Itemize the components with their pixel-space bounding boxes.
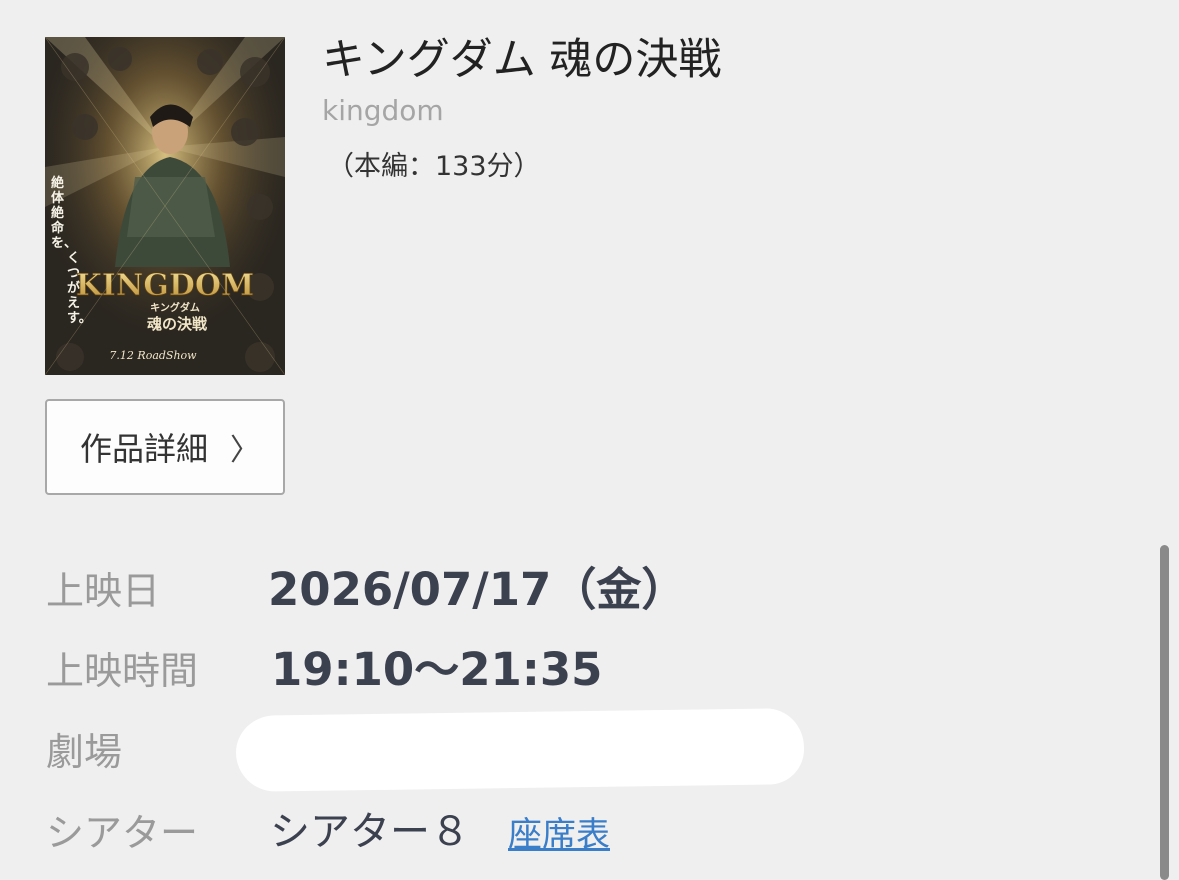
movie-detail-button[interactable]: 作品詳細 〉 bbox=[45, 399, 285, 495]
poster-logo: KINGDOM bbox=[76, 268, 255, 303]
screen-label: シアター bbox=[46, 811, 199, 855]
movie-runtime: （本編：133分） bbox=[327, 151, 541, 182]
movie-subtitle: kingdom bbox=[322, 94, 444, 127]
date-label: 上映日 bbox=[46, 569, 161, 613]
theater-label: 劇場 bbox=[46, 730, 123, 774]
date-value: 2026/07/17（金） bbox=[268, 563, 687, 616]
movie-detail-label: 作品詳細 bbox=[80, 430, 209, 468]
svg-text:キングダム: キングダム bbox=[150, 301, 200, 314]
svg-text:7.12 RoadShow: 7.12 RoadShow bbox=[109, 349, 197, 362]
screen-value: シアター８ bbox=[270, 809, 470, 855]
scrollbar[interactable] bbox=[1160, 545, 1169, 880]
chevron-right-icon: 〉 bbox=[230, 433, 261, 468]
redacted-theater-name bbox=[235, 708, 805, 792]
time-label: 上映時間 bbox=[46, 649, 199, 693]
movie-poster[interactable]: 絶 体 絶 命 を、 く つ が え す。 KINGDOM キングダム 魂の決戦… bbox=[45, 37, 285, 375]
seat-map-link[interactable]: 座席表 bbox=[508, 812, 610, 858]
svg-text:魂の決戦: 魂の決戦 bbox=[147, 315, 208, 333]
movie-title: キングダム 魂の決戦 bbox=[322, 35, 722, 85]
time-value: 19:10〜21:35 bbox=[271, 643, 603, 696]
